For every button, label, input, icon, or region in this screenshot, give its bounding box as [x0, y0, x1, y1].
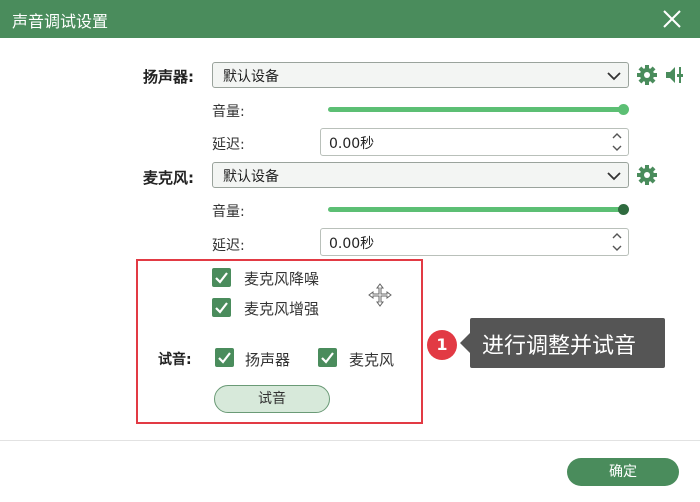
footer-divider — [0, 440, 700, 441]
test-sound-button-label: 试音 — [258, 391, 286, 407]
test-label: 试音: — [158, 352, 192, 368]
noise-reduction-label: 麦克风降噪 — [244, 270, 320, 288]
speaker-label: 扬声器: — [143, 68, 194, 86]
checkmark-icon — [215, 302, 228, 314]
mic-device-select[interactable]: 默认设备 — [212, 162, 629, 188]
mic-volume-knob[interactable] — [618, 204, 629, 215]
speaker-volume-knob[interactable] — [618, 104, 629, 115]
mic-delay-label: 延迟: — [212, 238, 245, 254]
close-button[interactable] — [656, 3, 688, 35]
chevron-up-icon[interactable] — [610, 131, 624, 141]
speaker-device-value: 默认设备 — [223, 69, 279, 85]
ok-button[interactable]: 确定 — [567, 458, 679, 486]
window-title: 声音调试设置 — [12, 12, 109, 31]
enhance-label: 麦克风增强 — [244, 300, 320, 318]
chevron-down-icon[interactable] — [610, 143, 624, 153]
test-sound-button[interactable]: 试音 — [214, 385, 330, 413]
ok-button-label: 确定 — [609, 464, 637, 480]
mic-settings-button[interactable] — [636, 164, 658, 186]
callout-arrow — [460, 333, 470, 353]
mic-volume-label: 音量: — [212, 204, 245, 220]
speaker-volume-button[interactable] — [664, 64, 686, 86]
test-mic-label: 麦克风 — [349, 351, 395, 369]
chevron-down-icon[interactable] — [610, 243, 624, 253]
annotation-text: 进行调整并试音 — [482, 334, 637, 359]
speaker-device-select[interactable]: 默认设备 — [212, 62, 629, 88]
mic-volume-slider[interactable] — [328, 207, 624, 212]
checkmark-icon — [218, 352, 231, 364]
speaker-delay-label: 延迟: — [212, 137, 245, 153]
chevron-down-icon — [607, 72, 621, 81]
enhance-checkbox[interactable] — [212, 298, 231, 317]
test-speaker-checkbox[interactable] — [215, 348, 234, 367]
speaker-volume-label: 音量: — [212, 104, 245, 120]
speaker-delay-input[interactable]: 0.00秒 — [320, 128, 629, 156]
checkmark-icon — [321, 352, 334, 364]
checkmark-icon — [215, 272, 228, 284]
title-bar: 声音调试设置 — [0, 0, 700, 38]
speaker-delay-value: 0.00秒 — [329, 136, 375, 152]
chevron-down-icon — [607, 172, 621, 181]
mic-label: 麦克风: — [143, 169, 194, 187]
gear-icon — [637, 65, 657, 85]
speaker-volume-icon — [666, 67, 683, 83]
annotation-callout: 进行调整并试音 — [470, 318, 665, 368]
test-speaker-label: 扬声器 — [245, 351, 291, 369]
gear-icon — [637, 165, 657, 185]
mic-delay-input[interactable]: 0.00秒 — [320, 228, 629, 256]
step-badge: 1 — [427, 330, 457, 360]
chevron-up-icon[interactable] — [610, 231, 624, 241]
speaker-settings-button[interactable] — [636, 64, 658, 86]
noise-reduction-checkbox[interactable] — [212, 268, 231, 287]
mic-delay-value: 0.00秒 — [329, 236, 375, 252]
test-mic-checkbox[interactable] — [318, 348, 337, 367]
close-icon — [663, 10, 681, 28]
move-cursor-icon — [368, 283, 392, 307]
mic-device-value: 默认设备 — [223, 169, 279, 185]
speaker-volume-slider[interactable] — [328, 107, 624, 112]
